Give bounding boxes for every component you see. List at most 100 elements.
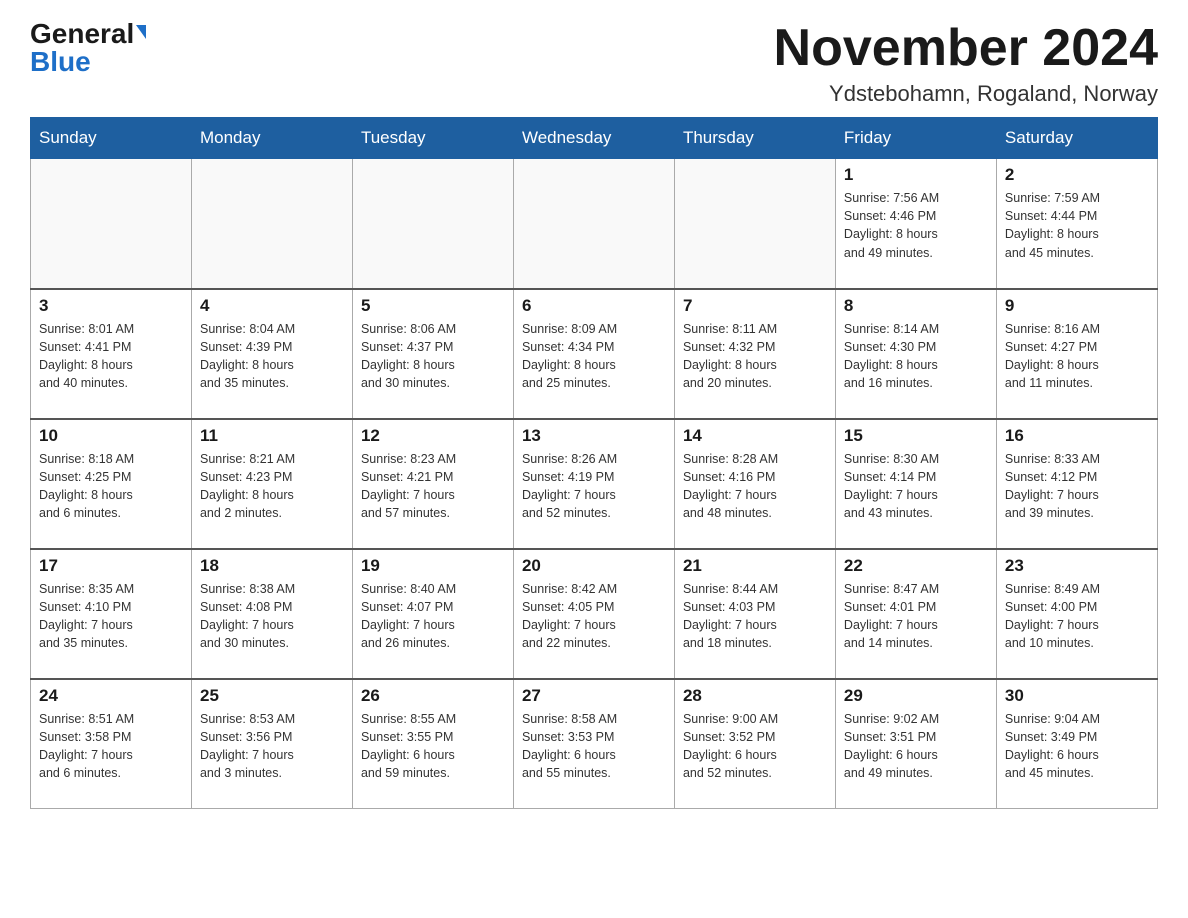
day-info: Sunrise: 8:26 AMSunset: 4:19 PMDaylight:… [522,450,666,523]
day-info: Sunrise: 8:18 AMSunset: 4:25 PMDaylight:… [39,450,183,523]
day-number: 8 [844,296,988,316]
col-header-monday: Monday [191,118,352,159]
day-info: Sunrise: 8:16 AMSunset: 4:27 PMDaylight:… [1005,320,1149,393]
day-info: Sunrise: 8:09 AMSunset: 4:34 PMDaylight:… [522,320,666,393]
logo: General Blue [30,20,146,76]
logo-blue: Blue [30,46,91,77]
day-info: Sunrise: 8:44 AMSunset: 4:03 PMDaylight:… [683,580,827,653]
day-info: Sunrise: 8:47 AMSunset: 4:01 PMDaylight:… [844,580,988,653]
calendar-cell: 5 Sunrise: 8:06 AMSunset: 4:37 PMDaylight… [352,289,513,419]
day-info: Sunrise: 9:04 AMSunset: 3:49 PMDaylight:… [1005,710,1149,783]
day-number: 29 [844,686,988,706]
day-number: 6 [522,296,666,316]
day-number: 27 [522,686,666,706]
day-number: 30 [1005,686,1149,706]
col-header-sunday: Sunday [31,118,192,159]
calendar-week-row: 10 Sunrise: 8:18 AMSunset: 4:25 PMDayligh… [31,419,1158,549]
calendar-cell: 19 Sunrise: 8:40 AMSunset: 4:07 PMDayligh… [352,549,513,679]
day-info: Sunrise: 8:35 AMSunset: 4:10 PMDaylight:… [39,580,183,653]
col-header-wednesday: Wednesday [513,118,674,159]
calendar-header-row: SundayMondayTuesdayWednesdayThursdayFrid… [31,118,1158,159]
logo-general: General [30,20,146,48]
location: Ydstebohamn, Rogaland, Norway [774,81,1158,107]
page-header: General Blue November 2024 Ydstebohamn, … [30,20,1158,107]
day-number: 2 [1005,165,1149,185]
calendar-cell: 16 Sunrise: 8:33 AMSunset: 4:12 PMDayligh… [996,419,1157,549]
day-number: 19 [361,556,505,576]
day-number: 14 [683,426,827,446]
day-info: Sunrise: 8:51 AMSunset: 3:58 PMDaylight:… [39,710,183,783]
day-number: 16 [1005,426,1149,446]
calendar-cell: 26 Sunrise: 8:55 AMSunset: 3:55 PMDayligh… [352,679,513,809]
day-info: Sunrise: 8:14 AMSunset: 4:30 PMDaylight:… [844,320,988,393]
day-info: Sunrise: 8:40 AMSunset: 4:07 PMDaylight:… [361,580,505,653]
calendar-cell: 11 Sunrise: 8:21 AMSunset: 4:23 PMDayligh… [191,419,352,549]
day-info: Sunrise: 7:59 AMSunset: 4:44 PMDaylight:… [1005,189,1149,262]
calendar-cell: 15Sunrise: 8:30 AMSunset: 4:14 PMDayligh… [835,419,996,549]
day-info: Sunrise: 8:58 AMSunset: 3:53 PMDaylight:… [522,710,666,783]
month-title: November 2024 [774,20,1158,77]
calendar-cell: 13 Sunrise: 8:26 AMSunset: 4:19 PMDayligh… [513,419,674,549]
day-info: Sunrise: 8:53 AMSunset: 3:56 PMDaylight:… [200,710,344,783]
day-number: 1 [844,165,988,185]
day-info: Sunrise: 8:55 AMSunset: 3:55 PMDaylight:… [361,710,505,783]
day-number: 21 [683,556,827,576]
day-number: 24 [39,686,183,706]
day-number: 28 [683,686,827,706]
calendar-cell: 23Sunrise: 8:49 AMSunset: 4:00 PMDayligh… [996,549,1157,679]
day-info: Sunrise: 8:04 AMSunset: 4:39 PMDaylight:… [200,320,344,393]
day-number: 7 [683,296,827,316]
calendar-cell: 9 Sunrise: 8:16 AMSunset: 4:27 PMDaylight… [996,289,1157,419]
calendar-cell: 29 Sunrise: 9:02 AMSunset: 3:51 PMDayligh… [835,679,996,809]
calendar-cell [352,159,513,289]
day-info: Sunrise: 8:11 AMSunset: 4:32 PMDaylight:… [683,320,827,393]
day-info: Sunrise: 8:42 AMSunset: 4:05 PMDaylight:… [522,580,666,653]
calendar-table: SundayMondayTuesdayWednesdayThursdayFrid… [30,117,1158,809]
day-info: Sunrise: 8:21 AMSunset: 4:23 PMDaylight:… [200,450,344,523]
day-number: 20 [522,556,666,576]
calendar-cell: 30 Sunrise: 9:04 AMSunset: 3:49 PMDayligh… [996,679,1157,809]
day-info: Sunrise: 8:06 AMSunset: 4:37 PMDaylight:… [361,320,505,393]
day-info: Sunrise: 8:49 AMSunset: 4:00 PMDaylight:… [1005,580,1149,653]
col-header-thursday: Thursday [674,118,835,159]
calendar-cell: 22Sunrise: 8:47 AMSunset: 4:01 PMDayligh… [835,549,996,679]
day-info: Sunrise: 8:23 AMSunset: 4:21 PMDaylight:… [361,450,505,523]
day-info: Sunrise: 8:38 AMSunset: 4:08 PMDaylight:… [200,580,344,653]
day-number: 5 [361,296,505,316]
day-number: 18 [200,556,344,576]
calendar-cell: 14 Sunrise: 8:28 AMSunset: 4:16 PMDayligh… [674,419,835,549]
day-number: 10 [39,426,183,446]
calendar-cell: 28Sunrise: 9:00 AMSunset: 3:52 PMDayligh… [674,679,835,809]
col-header-tuesday: Tuesday [352,118,513,159]
calendar-cell: 17 Sunrise: 8:35 AMSunset: 4:10 PMDayligh… [31,549,192,679]
day-info: Sunrise: 9:02 AMSunset: 3:51 PMDaylight:… [844,710,988,783]
calendar-cell: 6 Sunrise: 8:09 AMSunset: 4:34 PMDaylight… [513,289,674,419]
day-number: 4 [200,296,344,316]
calendar-cell: 8 Sunrise: 8:14 AMSunset: 4:30 PMDaylight… [835,289,996,419]
calendar-cell: 24 Sunrise: 8:51 AMSunset: 3:58 PMDayligh… [31,679,192,809]
day-info: Sunrise: 8:30 AMSunset: 4:14 PMDaylight:… [844,450,988,523]
day-number: 11 [200,426,344,446]
calendar-cell: 4 Sunrise: 8:04 AMSunset: 4:39 PMDaylight… [191,289,352,419]
calendar-cell: 18 Sunrise: 8:38 AMSunset: 4:08 PMDayligh… [191,549,352,679]
calendar-cell: 20 Sunrise: 8:42 AMSunset: 4:05 PMDayligh… [513,549,674,679]
logo-triangle-icon [136,25,146,39]
day-number: 17 [39,556,183,576]
day-number: 9 [1005,296,1149,316]
day-info: Sunrise: 8:01 AMSunset: 4:41 PMDaylight:… [39,320,183,393]
calendar-week-row: 24 Sunrise: 8:51 AMSunset: 3:58 PMDayligh… [31,679,1158,809]
day-number: 13 [522,426,666,446]
calendar-cell: 1Sunrise: 7:56 AMSunset: 4:46 PMDaylight… [835,159,996,289]
calendar-cell [31,159,192,289]
title-block: November 2024 Ydstebohamn, Rogaland, Nor… [774,20,1158,107]
day-info: Sunrise: 8:33 AMSunset: 4:12 PMDaylight:… [1005,450,1149,523]
day-number: 12 [361,426,505,446]
calendar-cell [513,159,674,289]
calendar-cell: 25Sunrise: 8:53 AMSunset: 3:56 PMDayligh… [191,679,352,809]
calendar-cell: 21 Sunrise: 8:44 AMSunset: 4:03 PMDayligh… [674,549,835,679]
day-number: 26 [361,686,505,706]
col-header-saturday: Saturday [996,118,1157,159]
calendar-cell [191,159,352,289]
day-info: Sunrise: 8:28 AMSunset: 4:16 PMDaylight:… [683,450,827,523]
calendar-week-row: 3Sunrise: 8:01 AMSunset: 4:41 PMDaylight… [31,289,1158,419]
